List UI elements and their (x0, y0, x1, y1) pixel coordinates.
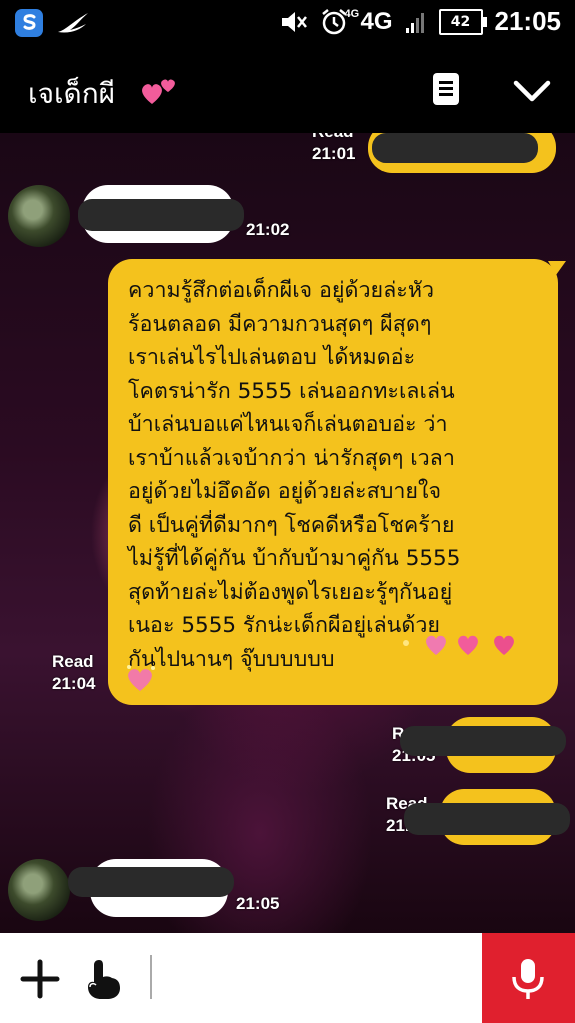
chat-header: เจเด็กผี (0, 48, 575, 133)
redacted-text (372, 133, 538, 163)
bird-icon (58, 13, 88, 33)
message-text: ความรู้สึกต่อเด็กผีเจ อยู่ด้วยล่ะหัว ร้อ… (128, 278, 461, 672)
message-meta: Read 21:01 (312, 133, 355, 165)
plus-icon[interactable] (20, 959, 60, 999)
message-time: 21:01 (312, 144, 356, 163)
hearts-emoji (403, 635, 514, 655)
message-time: 21:02 (246, 220, 290, 239)
chat-area[interactable]: Read 21:01 21:02 Read 21:04 ความรู้สึกต่… (0, 133, 575, 933)
redacted-text (78, 199, 244, 231)
mute-icon (282, 11, 308, 32)
chat-title: เจเด็กผี (28, 77, 116, 110)
chevron-down-icon[interactable] (512, 76, 552, 106)
swiftkey-icon (15, 9, 43, 37)
signal-icon (405, 12, 424, 33)
battery-icon: 42 (438, 8, 487, 35)
notes-menu-button[interactable] (430, 71, 462, 107)
battery-level: 42 (450, 13, 471, 30)
input-bar (0, 933, 575, 1023)
avatar[interactable] (8, 859, 70, 921)
message-time: 21:04 (52, 674, 96, 693)
message-meta: Read 21:04 (52, 651, 95, 695)
redacted-text (400, 726, 566, 756)
bubble-tail (548, 261, 566, 275)
sparkling-heart-emoji (127, 665, 155, 691)
status-bar: 4G 4G 42 21:05 (0, 0, 575, 48)
read-label: Read (52, 652, 94, 671)
read-label: Read (312, 133, 355, 143)
microphone-icon (512, 959, 544, 999)
message-time: 21:05 (236, 894, 280, 913)
network-type-small: 4G (344, 7, 360, 20)
network-type: 4G 4G (344, 7, 393, 36)
two-hearts-icon (142, 79, 175, 104)
status-time: 21:05 (494, 6, 562, 36)
voice-button[interactable] (482, 933, 575, 1023)
message-input[interactable] (160, 953, 474, 1005)
network-type-large: 4G (360, 7, 393, 35)
avatar[interactable] (8, 185, 70, 247)
redacted-text (68, 867, 234, 897)
divider (150, 955, 152, 999)
redacted-text (404, 803, 570, 835)
sticker-icon[interactable] (82, 957, 126, 1001)
